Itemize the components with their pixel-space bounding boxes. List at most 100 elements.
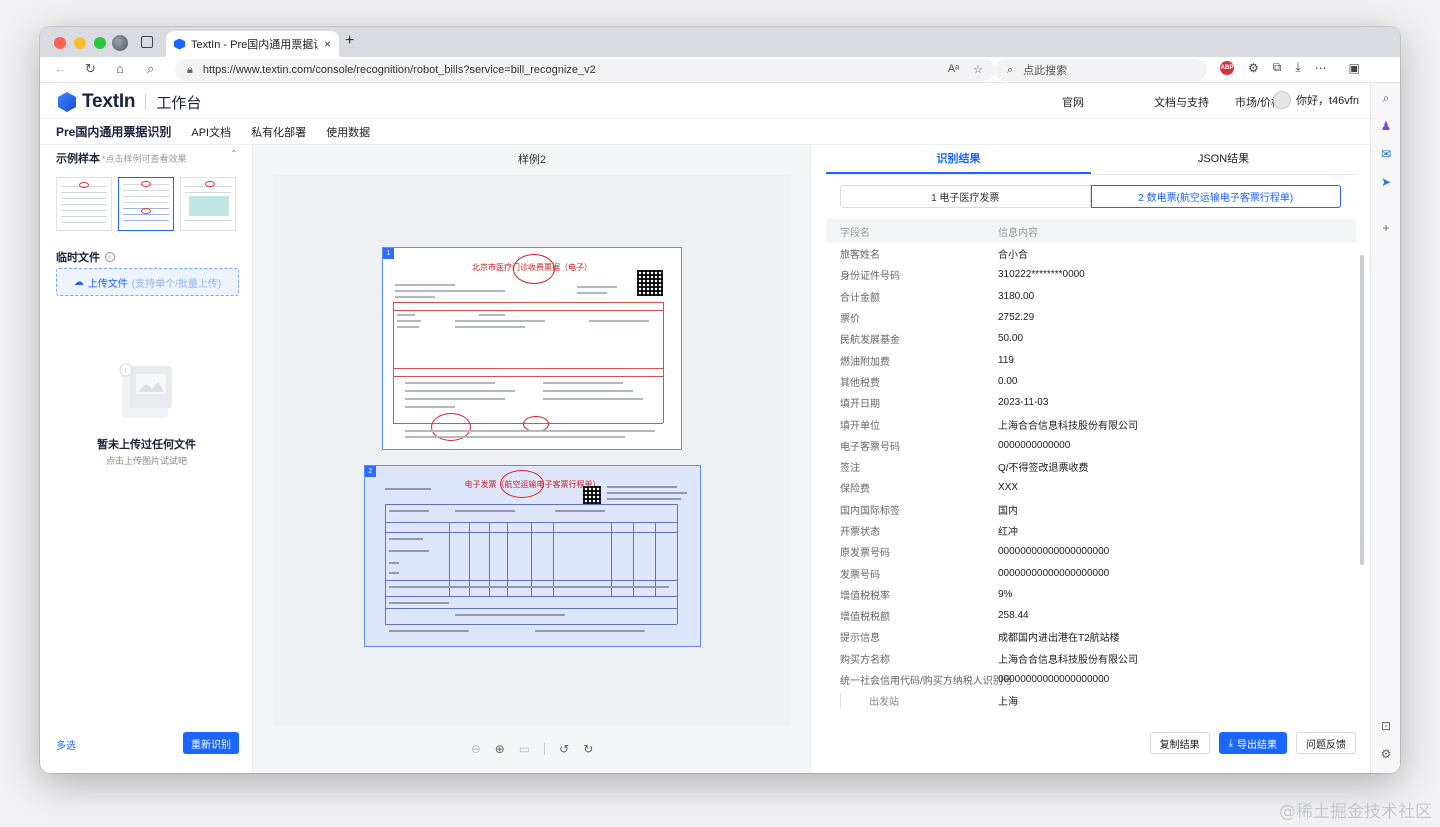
browser-tab[interactable]: TextIn - Pre国内通用票据识别 × — [166, 31, 339, 57]
sidebar-toggle-icon[interactable]: ▣ — [1349, 61, 1360, 75]
field-value: 合小合 — [998, 250, 1028, 262]
preview-canvas[interactable]: 1 北京市医疗门诊收费票据（电子） 2 电子发票（航空运输电子客票行程单） — [273, 175, 791, 725]
empty-files-illustration: ! — [119, 363, 172, 418]
sample-thumbnail-2[interactable] — [118, 177, 174, 231]
field-value: 红冲 — [998, 527, 1018, 538]
subnav-private-deploy[interactable]: 私有化部署 — [251, 124, 306, 140]
chevron-up-icon[interactable]: ⌃ — [230, 149, 238, 160]
tab-json-result[interactable]: JSON结果 — [1091, 145, 1356, 174]
results-scrollbar[interactable] — [1360, 255, 1364, 565]
reload-icon[interactable]: ↻ — [85, 61, 96, 77]
subnav-api-docs[interactable]: API文档 — [191, 124, 231, 140]
textin-logo[interactable]: TextIn 工作台 — [58, 91, 201, 113]
browser-window: TextIn - Pre国内通用票据识别 × + ← ↻ ⌂ ⌕ 🔒︎ http… — [40, 27, 1400, 773]
add-icon[interactable]: + — [1379, 221, 1393, 235]
search-icon: ⌕ — [1007, 63, 1014, 76]
lock-icon: 🔒︎ — [187, 63, 193, 76]
field-key: 燃油附加费 — [840, 356, 890, 368]
maximize-window-button[interactable] — [94, 37, 106, 49]
send-icon[interactable]: ➤ — [1379, 175, 1393, 189]
logo-text: TextIn — [82, 91, 136, 112]
table-row: 出发站 上海 — [826, 690, 1356, 711]
collections-icon[interactable]: ⧉ — [1273, 60, 1282, 75]
minimize-window-button[interactable] — [74, 37, 86, 49]
table-row: 填开单位 上海合合信息科技股份有限公司 — [826, 413, 1356, 434]
document-region-1[interactable]: 1 北京市医疗门诊收费票据（电子） — [382, 247, 682, 450]
feedback-button[interactable]: 问题反馈 — [1296, 732, 1356, 754]
table-row: 原发票号码 00000000000000000000 — [826, 541, 1356, 562]
field-key: 发票号码 — [840, 569, 880, 581]
chess-piece-icon[interactable]: ♟ — [1379, 119, 1393, 133]
avatar — [1273, 91, 1291, 109]
results-panel: 识别结果 JSON结果 1 电子医疗发票 2 数电票(航空运输电子客票行程单) … — [812, 145, 1370, 773]
table-row: 增值税税率 9% — [826, 584, 1356, 605]
close-window-button[interactable] — [54, 37, 66, 49]
nav-docs-support[interactable]: 文档与支持 — [1154, 94, 1235, 110]
search-icon[interactable]: ⌕ — [1379, 91, 1393, 105]
back-arrow-icon[interactable]: ← — [54, 61, 67, 76]
screen-capture-icon[interactable]: ⊡ — [1379, 719, 1393, 733]
field-key: 旅客姓名 — [840, 250, 880, 262]
address-toolbar: ← ↻ ⌂ ⌕ 🔒︎ https://www.textin.com/consol… — [40, 57, 1400, 83]
table-row: 签注 Q/不得签改退票收费 — [826, 456, 1356, 477]
tab-close-icon[interactable]: × — [324, 37, 331, 51]
preview-title: 样例2 — [517, 154, 547, 166]
adblock-plus-icon[interactable]: ABP — [1220, 60, 1234, 75]
favorite-star-icon[interactable]: ☆ — [973, 63, 983, 76]
outlook-icon[interactable]: ✉ — [1379, 147, 1393, 161]
search-icon[interactable]: ⌕ — [147, 61, 154, 77]
table-row: 其他税费 0.00 — [826, 371, 1356, 392]
sample-thumbnails — [56, 177, 236, 231]
subnav-usage-data[interactable]: 使用数据 — [326, 124, 370, 140]
browser-search-box[interactable]: ⌕ 点此搜索 — [995, 59, 1207, 81]
new-tab-button[interactable]: + — [345, 32, 354, 50]
nav-official-site[interactable]: 官网 — [1062, 94, 1154, 110]
rerecognize-button[interactable]: 重新识别 — [183, 732, 239, 754]
segment-medical-invoice[interactable]: 1 电子医疗发票 — [840, 185, 1091, 208]
tab-actions-icon[interactable] — [141, 36, 153, 48]
profile-avatar[interactable] — [112, 35, 128, 51]
result-tabs: 识别结果 JSON结果 — [826, 145, 1356, 175]
read-aloud-icon[interactable]: Aᵃ — [948, 63, 959, 76]
sample-thumbnail-3[interactable] — [180, 177, 236, 231]
extensions-icon[interactable]: ⚙ — [1248, 61, 1259, 75]
table-row: 国内国际标签 国内 — [826, 499, 1356, 520]
table-row: 身份证件号码 310222********0000 — [826, 264, 1356, 285]
table-row: 增值税税额 258.44 — [826, 605, 1356, 626]
more-menu-icon[interactable]: ⋯ — [1315, 61, 1327, 75]
field-value: 310222********0000 — [998, 269, 1085, 281]
browser-sidebar: ⌕ ♟ ✉ ➤ + ⊡ ⚙ — [1370, 83, 1400, 773]
toolbar-divider — [544, 743, 546, 755]
empty-title: 暂未上传过任何文件 — [97, 439, 196, 451]
field-value: XXX — [998, 482, 1019, 494]
user-greeting: 你好，t46vfn — [1296, 95, 1359, 107]
rotate-left-icon[interactable]: ↺ — [559, 742, 569, 756]
info-icon[interactable]: i — [105, 252, 115, 262]
field-value: 成都国内进出港在T2航站楼 — [998, 633, 1120, 645]
watermark: @稀土掘金技术社区 — [1279, 802, 1432, 822]
settings-gear-icon[interactable]: ⚙ — [1379, 747, 1393, 761]
multi-select-link[interactable]: 多选 — [56, 737, 76, 752]
sample-thumbnail-1[interactable] — [56, 177, 112, 231]
copy-result-button[interactable]: 复制结果 — [1149, 732, 1210, 754]
zoom-in-icon[interactable]: ⊕ — [495, 742, 505, 756]
zoom-out-icon[interactable]: ⊖ — [471, 742, 481, 756]
tab-recognition-result[interactable]: 识别结果 — [826, 145, 1091, 174]
url-bar[interactable]: 🔒︎ https://www.textin.com/console/recogn… — [175, 59, 995, 81]
home-icon[interactable]: ⌂ — [116, 61, 124, 76]
upload-button[interactable]: ☁ 上传文件 (支持单个/批量上传) — [56, 268, 239, 296]
field-value: 119 — [998, 354, 1014, 366]
rotate-right-icon[interactable]: ↻ — [583, 742, 593, 756]
samples-hint: *点击样例可查看效果 — [102, 154, 187, 164]
field-value: Q/不得签改退票收费 — [998, 463, 1089, 475]
document-region-2[interactable]: 2 电子发票（航空运输电子客票行程单） — [364, 465, 701, 647]
segment-air-ticket[interactable]: 2 数电票(航空运输电子客票行程单) — [1090, 185, 1341, 208]
field-value: 国内 — [998, 505, 1018, 517]
user-menu[interactable]: 你好，t46vfn — [1273, 91, 1359, 109]
red-seal-stamp — [513, 254, 555, 284]
samples-heading: 示例样本 *点击样例可查看效果 — [56, 150, 187, 166]
qr-code — [637, 270, 663, 296]
export-result-button[interactable]: ⤓ 导出结果 — [1218, 732, 1287, 754]
fit-original-icon[interactable]: ▭ — [519, 742, 530, 756]
download-icon[interactable]: ⤓ — [1295, 60, 1300, 75]
